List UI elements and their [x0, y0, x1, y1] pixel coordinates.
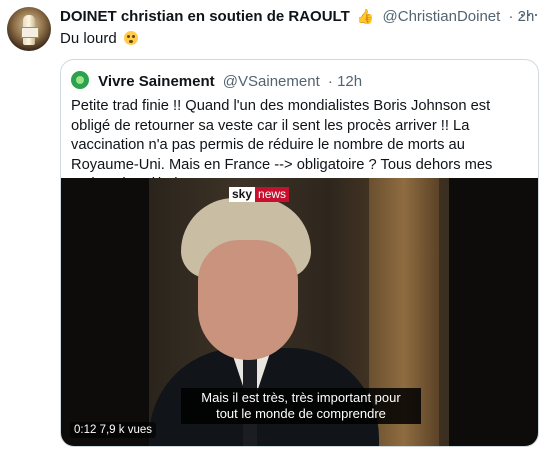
quoted-tweet-time: · 12h [327, 73, 363, 90]
subtitle-line-1: Mais il est très, très important pour [201, 390, 401, 405]
thumbs-up-icon: 👍 [356, 8, 375, 24]
video-stats: 0:12 7,9 k vues [70, 422, 157, 438]
quoted-author-name: Vivre Sainement [98, 73, 215, 90]
tweet-text: Du lourd [60, 30, 138, 47]
quoted-tweet[interactable]: Vivre Sainement @VSainement · 12h Petite… [60, 59, 539, 447]
news-logo-text: news [255, 187, 290, 202]
subtitle-line-2: tout le monde de comprendre [216, 406, 386, 421]
video-duration: 0:12 [74, 424, 97, 436]
video-person-face [198, 240, 298, 360]
author-name[interactable]: DOINET christian en soutien de RAOULT [60, 8, 350, 25]
sky-news-logo: sky news [229, 187, 290, 202]
more-options-icon[interactable]: ··· [519, 4, 540, 25]
video-player[interactable]: sky news Mais il est très, très importan… [61, 178, 538, 446]
quoted-author-handle: @VSainement [222, 73, 320, 90]
tweet-header: DOINET christian en soutien de RAOULT 👍 … [60, 8, 534, 25]
quoted-tweet-header: Vivre Sainement @VSainement · 12h [71, 71, 362, 90]
flushed-face-icon [123, 31, 138, 45]
quoted-author-avatar [71, 71, 89, 89]
author-avatar[interactable] [7, 7, 51, 51]
author-handle[interactable]: @ChristianDoinet [383, 8, 501, 25]
video-views: 7,9 k vues [99, 424, 153, 436]
sky-logo-text: sky [229, 187, 256, 202]
video-subtitle: Mais il est très, très important pour to… [181, 388, 421, 424]
tweet-text-content: Du lourd [60, 30, 117, 47]
avatar-bottle-label [21, 27, 39, 38]
